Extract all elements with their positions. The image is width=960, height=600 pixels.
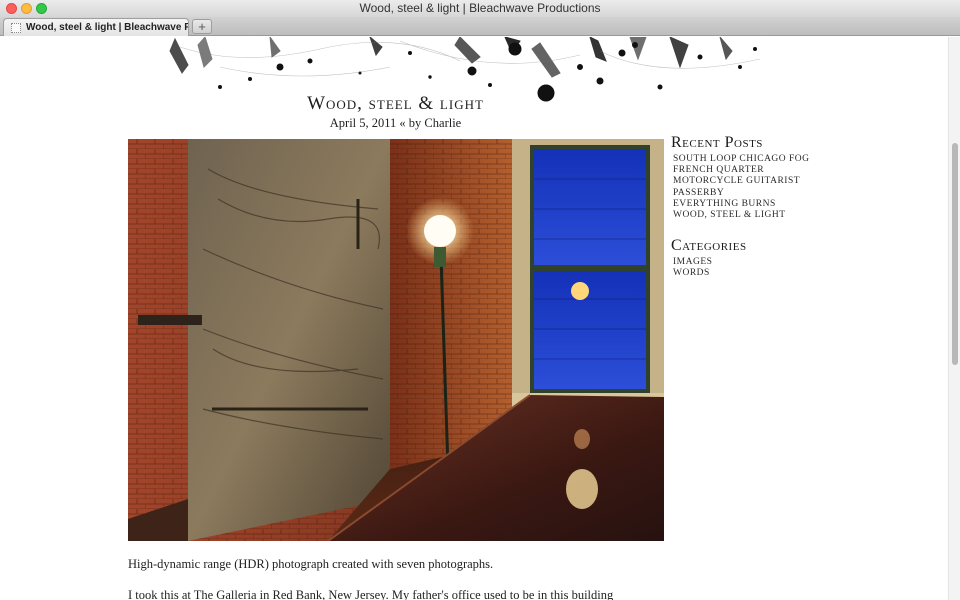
post-title[interactable]: Wood, steel & light bbox=[128, 93, 663, 115]
window-titlebar: Wood, steel & light | Bleachwave Product… bbox=[0, 0, 960, 17]
page-content: Wood, steel & light April 5, 2011 « by C… bbox=[0, 37, 948, 600]
tab-label: Wood, steel & light | Bleachwave Product… bbox=[26, 22, 188, 33]
page-icon bbox=[11, 23, 21, 33]
window-title: Wood, steel & light | Bleachwave Product… bbox=[359, 1, 601, 15]
categories-list: Images Words bbox=[673, 257, 931, 279]
category-link[interactable]: Words bbox=[673, 268, 931, 279]
vertical-scrollbar[interactable] bbox=[948, 37, 960, 600]
hdr-photograph bbox=[128, 139, 664, 541]
recent-posts-list: South Loop Chicago Fog French Quarter Mo… bbox=[673, 154, 931, 221]
recent-post-link[interactable]: French Quarter bbox=[673, 165, 931, 176]
categories-heading: Categories bbox=[671, 237, 747, 255]
recent-post-link[interactable]: Motorcycle Guitarist bbox=[673, 176, 931, 187]
minimize-window-button[interactable] bbox=[21, 3, 32, 14]
post-paragraph: I took this at The Galleria in Red Bank,… bbox=[128, 588, 614, 600]
recent-posts-heading: Recent Posts bbox=[671, 134, 763, 151]
scrollbar-thumb[interactable] bbox=[952, 143, 958, 365]
close-window-button[interactable] bbox=[6, 3, 17, 14]
zoom-window-button[interactable] bbox=[36, 3, 47, 14]
recent-post-link[interactable]: Everything Burns bbox=[673, 199, 931, 210]
tab-bar: Wood, steel & light | Bleachwave Product… bbox=[0, 17, 960, 36]
post-paragraph: High-dynamic range (HDR) photograph crea… bbox=[128, 557, 494, 571]
recent-post-link[interactable]: South Loop Chicago Fog bbox=[673, 154, 931, 165]
post-body: High-dynamic range (HDR) photograph crea… bbox=[128, 556, 668, 600]
sidebar: Recent Posts South Loop Chicago Fog Fren… bbox=[671, 134, 931, 296]
recent-post-link[interactable]: Passerby bbox=[673, 188, 931, 199]
recent-post-link[interactable]: Wood, steel & light bbox=[673, 210, 931, 221]
category-link[interactable]: Images bbox=[673, 257, 931, 268]
tab-current[interactable]: Wood, steel & light | Bleachwave Product… bbox=[3, 18, 189, 36]
new-tab-button[interactable]: + bbox=[192, 19, 212, 34]
post-meta: April 5, 2011 « by Charlie bbox=[329, 116, 462, 130]
